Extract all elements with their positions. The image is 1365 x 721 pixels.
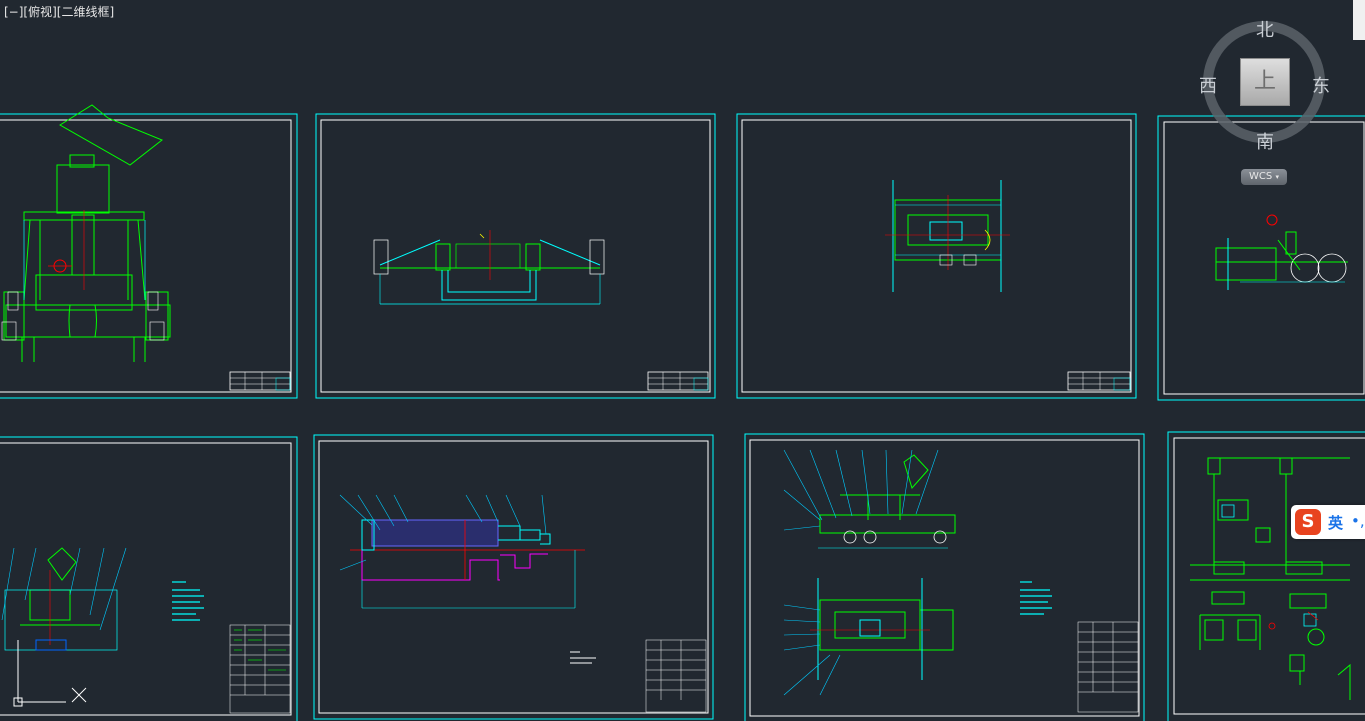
- wcs-menu-button[interactable]: WCS ▾: [1241, 169, 1287, 185]
- drawing-sheet-1[interactable]: [0, 104, 298, 399]
- drawing-sheet-3[interactable]: [736, 113, 1137, 399]
- parts-list-table: [1077, 621, 1139, 713]
- drawing-sheet-2[interactable]: [315, 113, 716, 399]
- title-block: [647, 371, 709, 391]
- compass-north[interactable]: 北: [1256, 16, 1274, 42]
- viewcube[interactable]: 北 西 东 南 上 WCS ▾: [1196, 12, 1336, 202]
- assembly-top-view: [783, 578, 954, 696]
- table-fill: [234, 629, 286, 671]
- compass-east[interactable]: 东: [1312, 72, 1330, 98]
- viewcube-top-face[interactable]: 上: [1240, 58, 1290, 106]
- drawing-sheet-8[interactable]: [1167, 431, 1365, 721]
- drawing-canvas[interactable]: [−][俯视][二维线框] 北 西 东 南 上 WCS ▾ S 英 •,: [0, 0, 1365, 721]
- technical-notes: [570, 651, 596, 664]
- shaft-section-view: [339, 494, 585, 609]
- ime-punctuation-toggle[interactable]: •,: [1351, 512, 1365, 530]
- sogou-logo-icon[interactable]: S: [1295, 509, 1321, 535]
- drawing-sheet-7[interactable]: [744, 433, 1145, 721]
- compass-south[interactable]: 南: [1256, 128, 1274, 154]
- suspension-side-view: [373, 230, 605, 305]
- parts-list-table: [645, 639, 707, 713]
- wcs-label: WCS: [1249, 171, 1273, 182]
- viewport-controls-label[interactable]: [−][俯视][二维线框]: [4, 4, 114, 20]
- model-space[interactable]: [0, 0, 1365, 721]
- title-block: [229, 371, 291, 391]
- hydraulic-schematic: [1190, 457, 1351, 700]
- title-block: [1067, 371, 1131, 391]
- vertical-scrollbar[interactable]: [1353, 0, 1365, 40]
- mechanism-side-view: [1215, 214, 1348, 290]
- chevron-down-icon: ▾: [1275, 173, 1279, 181]
- ime-mode-toggle[interactable]: 英: [1328, 512, 1343, 533]
- assembly-view: [1, 547, 127, 651]
- assembly-front-view: [783, 449, 956, 549]
- drawing-sheet-6[interactable]: [313, 434, 714, 720]
- technical-notes: [1020, 581, 1052, 615]
- compass-west[interactable]: 西: [1199, 72, 1217, 98]
- drawing-sheet-5[interactable]: [0, 436, 298, 721]
- parts-list-table: [229, 624, 291, 714]
- chassis-top-view: [885, 180, 1010, 292]
- ime-toolbar[interactable]: S 英 •,: [1291, 505, 1365, 539]
- technical-notes: [172, 581, 204, 621]
